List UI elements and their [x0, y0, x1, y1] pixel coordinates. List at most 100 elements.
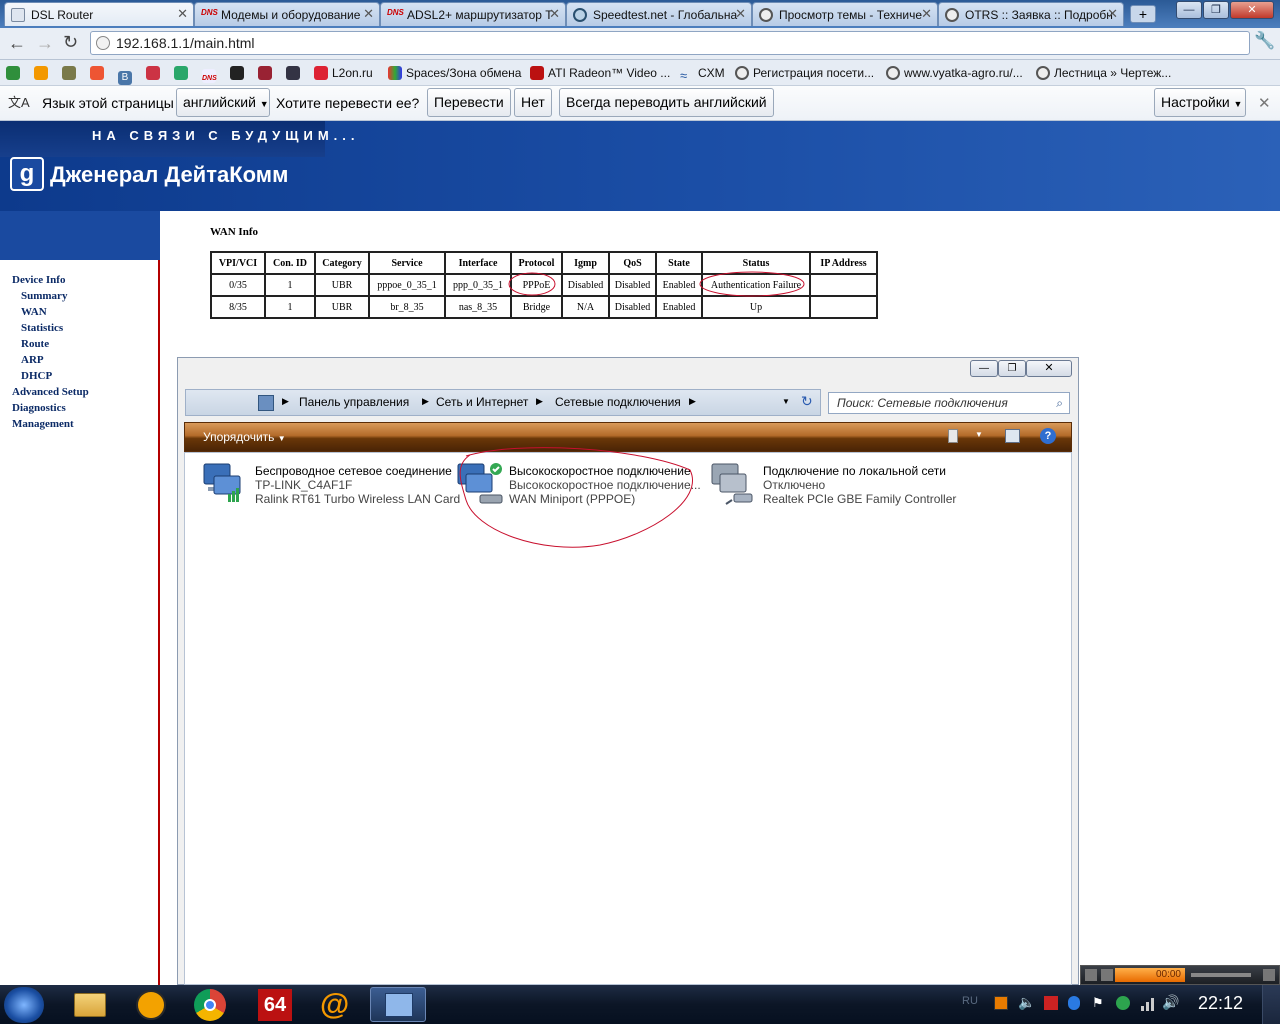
prev-icon[interactable]	[1085, 969, 1097, 981]
next-icon[interactable]	[1101, 969, 1113, 981]
breadcrumb-network-internet[interactable]: Сеть и Интернет	[436, 395, 528, 409]
address-bar[interactable]: 192.168.1.1/main.html	[90, 31, 1250, 55]
tray-app-icon[interactable]	[994, 996, 1008, 1010]
vk-icon[interactable]: В	[118, 71, 132, 85]
language-indicator[interactable]: RU	[962, 995, 978, 1007]
translate-button[interactable]: Перевести	[427, 88, 511, 117]
nav-route[interactable]: Route	[21, 338, 49, 350]
tab-modems[interactable]: DNS Модемы и оборудование ✕	[194, 2, 380, 26]
close-icon[interactable]: ✕	[363, 6, 374, 22]
bookmark-ati[interactable]: ATI Radeon™ Video ...	[530, 63, 670, 83]
nav-arp[interactable]: ARP	[21, 354, 44, 366]
volume-slider[interactable]	[1191, 973, 1251, 977]
tab-forum[interactable]: Просмотр темы - Техниче ✕	[752, 2, 938, 26]
app-icon[interactable]	[90, 66, 104, 80]
close-window-button[interactable]: ✕	[1230, 1, 1274, 19]
volume-icon[interactable]: 🔊	[1162, 994, 1179, 1011]
bookmark-l2on[interactable]: L2on.ru	[314, 63, 373, 83]
tab-otrs[interactable]: OTRS :: Заявка :: Подробн ✕	[938, 2, 1124, 26]
nav-advanced-setup[interactable]: Advanced Setup	[12, 386, 89, 398]
back-icon[interactable]: ←	[8, 33, 26, 54]
app-icon[interactable]	[6, 66, 20, 80]
tab-dsl-router[interactable]: DSL Router ✕	[4, 2, 194, 26]
minimize-button[interactable]: —	[970, 360, 998, 377]
help-icon[interactable]: ?	[1040, 428, 1056, 444]
connection-lan[interactable]: Подключение по локальной сети Отключено …	[710, 462, 960, 508]
translate-settings-button[interactable]: Настройки ▼	[1154, 88, 1246, 117]
close-button[interactable]: ✕	[1026, 360, 1072, 377]
forward-icon[interactable]: →	[36, 33, 54, 54]
close-icon[interactable]: ✕	[1258, 94, 1271, 112]
wrench-icon[interactable]: 🔧	[1254, 31, 1275, 51]
flag-icon[interactable]: ⚑	[1092, 995, 1104, 1011]
nav-wan[interactable]: WAN	[21, 306, 47, 318]
connection-wireless[interactable]: Беспроводное сетевое соединение TP-LINK_…	[202, 462, 460, 508]
network-tray-icon[interactable]	[1140, 997, 1156, 1011]
chevron-right-icon: ▶	[536, 396, 543, 406]
dns-icon[interactable]: DNS	[202, 69, 217, 83]
explorer-taskbar-icon[interactable]	[62, 987, 118, 1022]
breadcrumb-control-panel[interactable]: Панель управления	[299, 395, 409, 409]
breadcrumb-network-connections[interactable]: Сетевые подключения	[555, 395, 681, 409]
tab-adsl[interactable]: DNS ADSL2+ маршрутизатор Т ✕	[380, 2, 566, 26]
preview-pane-icon[interactable]	[1005, 429, 1020, 443]
new-tab-button[interactable]: +	[1130, 5, 1156, 23]
refresh-icon[interactable]: ↻	[801, 393, 813, 410]
explorer-address-bar[interactable]: ▶ Панель управления ▶ Сеть и Интернет ▶ …	[185, 389, 821, 416]
nav-diagnostics[interactable]: Diagnostics	[12, 402, 66, 414]
nav-management[interactable]: Management	[12, 418, 74, 430]
app-icon[interactable]	[146, 66, 160, 80]
tray-app-icon[interactable]	[1044, 996, 1058, 1010]
view-dropdown-icon[interactable]: ▼	[975, 430, 983, 439]
bookmark-registration[interactable]: Регистрация посети...	[735, 63, 874, 83]
nav-statistics[interactable]: Statistics	[21, 322, 63, 334]
odnoklassniki-icon[interactable]	[34, 66, 48, 80]
speaker-icon[interactable]: 🔈	[1018, 994, 1035, 1011]
app-icon[interactable]	[230, 66, 244, 80]
close-icon[interactable]: ✕	[921, 6, 932, 22]
bookmark-vyatka[interactable]: www.vyatka-agro.ru/...	[886, 63, 1023, 83]
close-icon[interactable]: ✕	[1107, 6, 1118, 22]
nav-dhcp[interactable]: DHCP	[21, 370, 52, 382]
show-desktop-button[interactable]	[1262, 985, 1280, 1024]
close-icon[interactable]: ✕	[735, 6, 746, 22]
maximize-button[interactable]: ❐	[998, 360, 1026, 377]
minimize-button[interactable]: —	[1176, 1, 1202, 19]
bookmark-cxm[interactable]: ≈ CXM	[680, 63, 725, 83]
table-cell: br_8_35	[368, 295, 446, 319]
reload-icon[interactable]: ↻	[63, 32, 78, 53]
aida64-taskbar-icon[interactable]: 64	[248, 987, 304, 1022]
view-icon[interactable]	[948, 429, 958, 443]
no-button[interactable]: Нет	[514, 88, 552, 117]
search-icon[interactable]: ⌕	[1056, 393, 1063, 413]
maximize-button[interactable]: ❐	[1203, 1, 1229, 19]
close-icon[interactable]: ✕	[177, 6, 188, 22]
tab-speedtest[interactable]: Speedtest.net - Глобальна ✕	[566, 2, 752, 26]
column-header: Service	[368, 251, 446, 275]
connection-broadband[interactable]: Высокоскоростное подключение Высокоскоро…	[456, 462, 701, 508]
app-icon[interactable]	[174, 66, 188, 80]
close-icon[interactable]	[1263, 969, 1275, 981]
bookmark-stairs[interactable]: Лестница » Чертеж...	[1036, 63, 1171, 83]
app-icon[interactable]	[258, 66, 272, 80]
close-icon[interactable]: ✕	[549, 6, 560, 22]
tray-app-icon[interactable]	[1068, 996, 1080, 1010]
bookmark-spaces[interactable]: Spaces/Зона обмена	[388, 63, 521, 83]
nav-summary[interactable]: Summary	[21, 290, 67, 302]
page-info-icon[interactable]	[96, 36, 110, 50]
address-dropdown-icon[interactable]: ▼	[782, 397, 790, 406]
clock[interactable]: 22:12	[1198, 993, 1243, 1014]
nav-device-info[interactable]: Device Info	[12, 274, 65, 286]
speedtest-icon[interactable]	[286, 66, 300, 80]
network-connections-taskbar-icon[interactable]	[370, 987, 426, 1022]
chrome-taskbar-icon[interactable]	[182, 987, 238, 1022]
language-select[interactable]: английский ▼	[176, 88, 270, 117]
start-button[interactable]	[4, 987, 44, 1023]
mail-agent-taskbar-icon[interactable]: @	[308, 987, 364, 1022]
aimp-taskbar-icon[interactable]	[122, 987, 178, 1022]
antivirus-icon[interactable]	[1116, 996, 1130, 1010]
app-icon[interactable]	[62, 66, 76, 80]
always-translate-button[interactable]: Всегда переводить английский	[559, 88, 774, 117]
search-input[interactable]: Поиск: Сетевые подключения ⌕	[828, 392, 1070, 414]
organize-button[interactable]: Упорядочить ▼	[203, 430, 286, 444]
